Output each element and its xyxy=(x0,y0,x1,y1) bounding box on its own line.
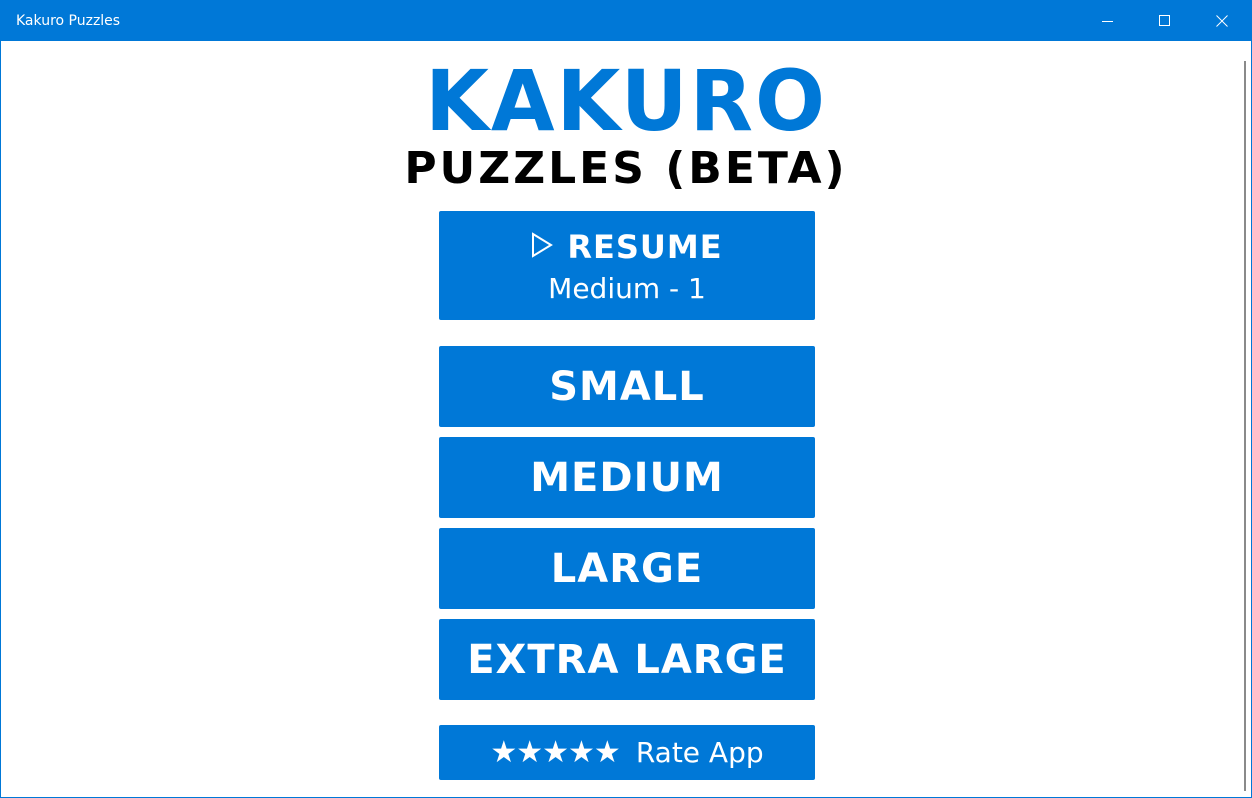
resume-label: RESUME xyxy=(567,228,723,266)
logo-title: KAKURO xyxy=(425,52,827,150)
rate-app-button[interactable]: ★★★★★ Rate App xyxy=(439,725,815,780)
extra-large-label: EXTRA LARGE xyxy=(467,636,787,683)
window-title: Kakuro Puzzles xyxy=(16,13,121,29)
medium-button[interactable]: MEDIUM xyxy=(439,437,815,518)
large-button[interactable]: LARGE xyxy=(439,528,815,609)
close-icon xyxy=(1215,15,1228,27)
rate-app-label: Rate App xyxy=(635,735,764,769)
close-button[interactable] xyxy=(1193,1,1250,41)
play-icon xyxy=(531,232,554,262)
maximize-icon xyxy=(1158,15,1170,26)
medium-label: MEDIUM xyxy=(530,454,724,501)
minimize-button[interactable] xyxy=(1079,1,1136,41)
extra-large-button[interactable]: EXTRA LARGE xyxy=(439,619,815,700)
star-rating-icon: ★★★★★ xyxy=(490,734,620,770)
large-label: LARGE xyxy=(550,545,704,592)
logo-subtitle: PUZZLES (BETA) xyxy=(404,143,848,194)
title-bar[interactable]: Kakuro Puzzles xyxy=(1,1,1251,41)
small-label: SMALL xyxy=(549,363,705,410)
resume-button[interactable]: RESUME Medium - 1 xyxy=(439,211,815,320)
small-button[interactable]: SMALL xyxy=(439,346,815,427)
app-window: Kakuro Puzzles KAKURO PUZZLES (BETA) RES… xyxy=(0,0,1252,798)
resume-detail: Medium - 1 xyxy=(548,272,706,305)
maximize-button[interactable] xyxy=(1136,1,1193,41)
minimize-icon xyxy=(1101,21,1113,22)
